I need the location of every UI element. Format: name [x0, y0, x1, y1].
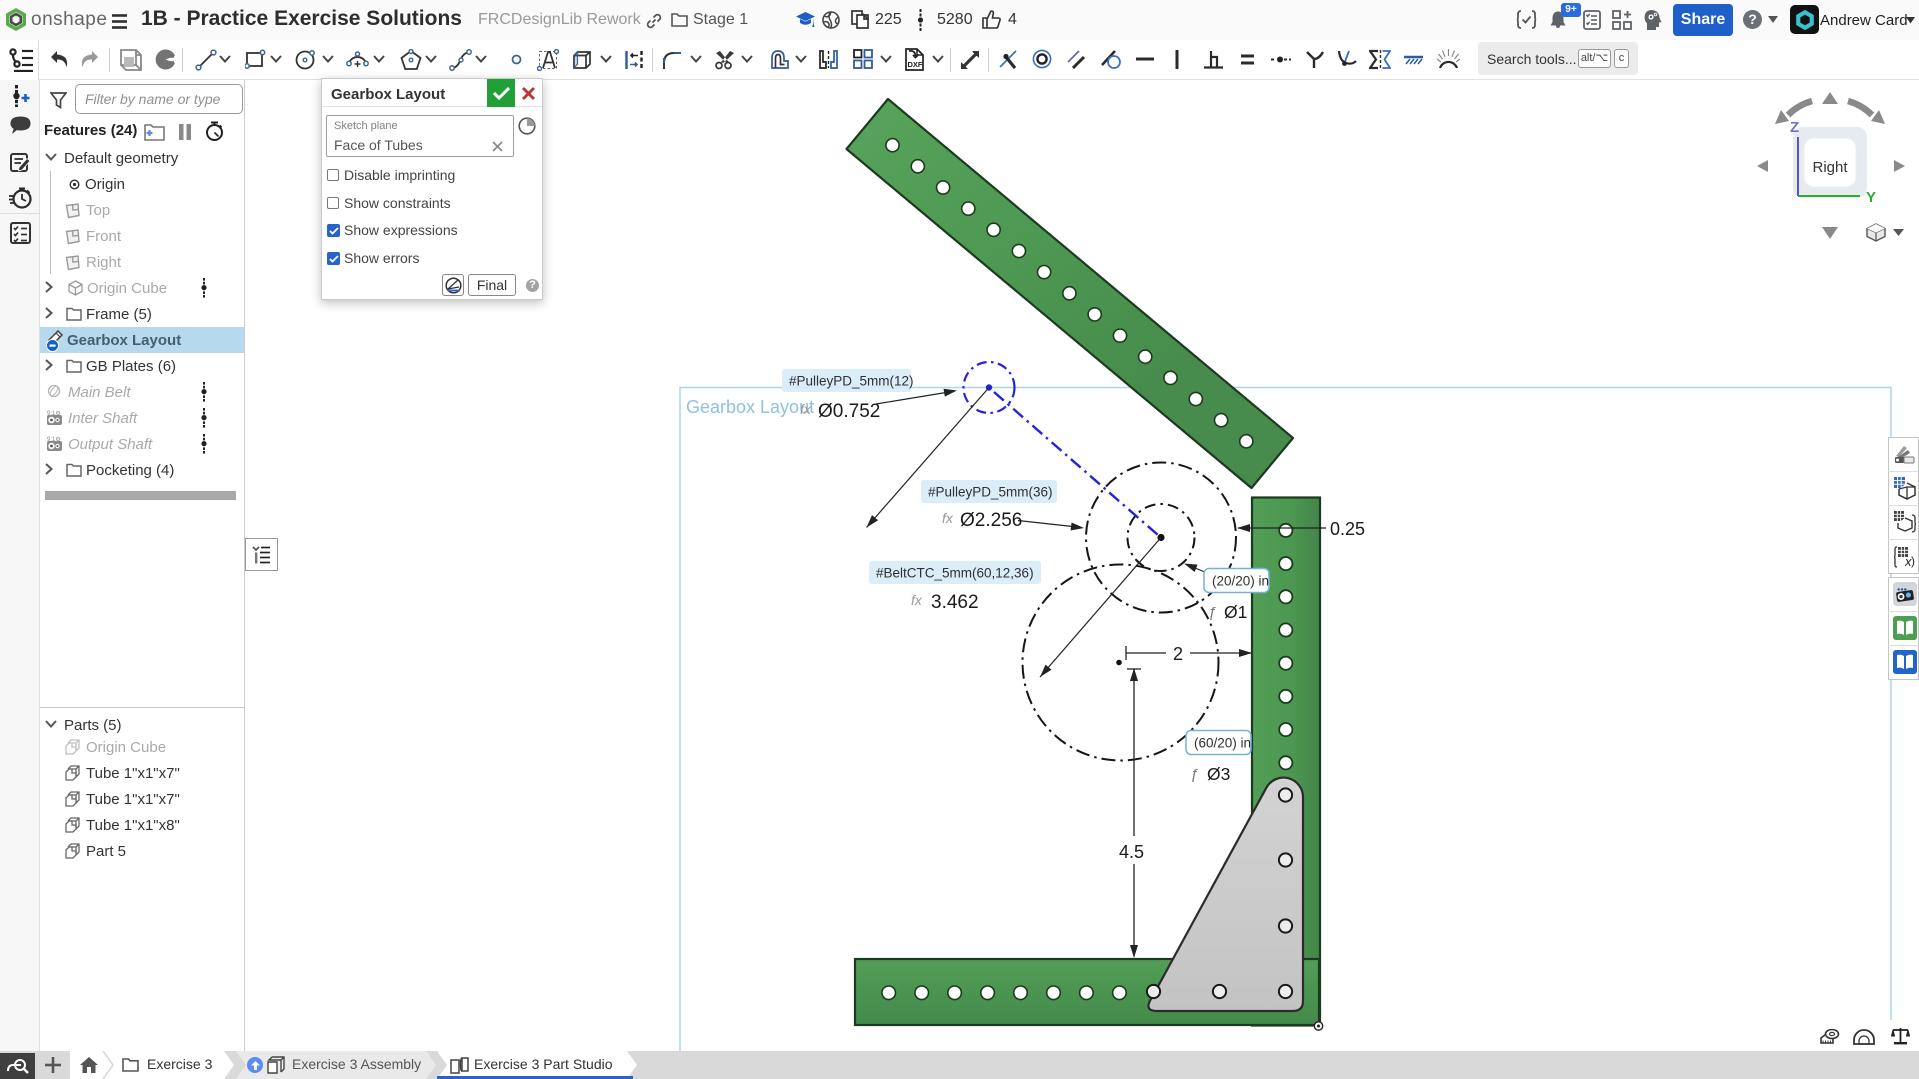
svg-text:Ø0.752: Ø0.752 — [818, 401, 880, 422]
svg-text:fx: fx — [942, 510, 954, 526]
svg-text:fx: fx — [800, 401, 812, 417]
svg-text:0.25: 0.25 — [1330, 519, 1365, 539]
svg-text:3.462: 3.462 — [931, 592, 979, 613]
svg-text:(20/20) in: (20/20) in — [1212, 574, 1269, 589]
svg-text:DXF: DXF — [908, 60, 923, 69]
svg-text:2: 2 — [1173, 644, 1183, 664]
svg-text:#PulleyPD_5mm(36): #PulleyPD_5mm(36) — [928, 485, 1053, 500]
svg-text:Right: Right — [1812, 159, 1848, 176]
svg-text:4.5: 4.5 — [1119, 842, 1144, 862]
svg-text:#BeltCTC_5mm(60,12,36): #BeltCTC_5mm(60,12,36) — [876, 566, 1034, 581]
svg-text:ƒ: ƒ — [1190, 766, 1198, 783]
svg-text:(60/20) in: (60/20) in — [1194, 736, 1251, 751]
svg-text:Y: Y — [1866, 189, 1876, 206]
svg-text:Gearbox Layout: Gearbox Layout — [686, 397, 814, 417]
svg-text:Z: Z — [1790, 119, 1799, 136]
svg-text:): ) — [1911, 554, 1915, 568]
svg-text:Ø2.256: Ø2.256 — [960, 510, 1022, 531]
svg-text:fx: fx — [911, 592, 923, 608]
svg-text:ƒ: ƒ — [1208, 604, 1216, 621]
svg-text:Ø1: Ø1 — [1224, 602, 1247, 622]
svg-text:#PulleyPD_5mm(12): #PulleyPD_5mm(12) — [789, 374, 914, 389]
svg-text:Ø3: Ø3 — [1207, 764, 1230, 784]
